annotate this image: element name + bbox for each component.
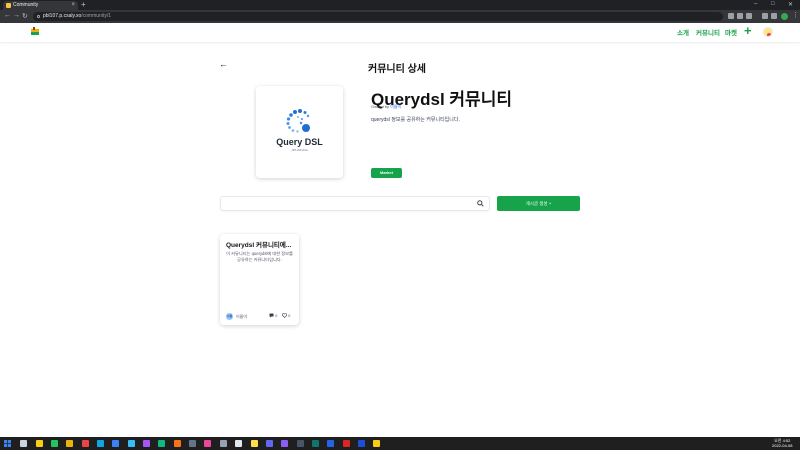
community-cover-image: Query DSL JPA Window bbox=[256, 86, 343, 178]
site-header: 소개 커뮤니티 마켓 + bbox=[0, 23, 800, 42]
nav-link-about[interactable]: 소개 bbox=[677, 27, 689, 37]
tab-favicon-icon bbox=[6, 3, 11, 8]
page-title: 커뮤니티 상세 bbox=[368, 64, 426, 75]
tab-close-icon[interactable]: × bbox=[71, 1, 75, 10]
vscode-icon[interactable] bbox=[112, 440, 119, 447]
cover-subtitle: JPA Window bbox=[291, 148, 308, 152]
tab-title: Community bbox=[13, 2, 39, 8]
app-icon[interactable] bbox=[128, 440, 135, 447]
taskbar-clock[interactable]: 오전 4:52 2022-04-08 bbox=[772, 438, 792, 448]
app-icon[interactable] bbox=[358, 440, 365, 447]
windows-taskbar: 오전 4:52 2022-04-08 bbox=[0, 437, 800, 450]
community-status-button[interactable]: Market bbox=[371, 168, 402, 178]
like-count: 0 bbox=[281, 313, 291, 319]
app-icon[interactable] bbox=[174, 440, 181, 447]
comment-icon bbox=[269, 313, 274, 318]
task-view-icon[interactable] bbox=[20, 440, 27, 447]
post-body: 이 커뮤니티는 querydsl에 대한 정보를 공유하는 커뮤니티입니다. bbox=[226, 251, 293, 262]
post-search-box bbox=[220, 196, 490, 216]
extension-icon[interactable] bbox=[762, 13, 768, 19]
extension-icon[interactable] bbox=[737, 13, 743, 19]
app-icon[interactable] bbox=[189, 440, 196, 447]
author-avatar: 이름 bbox=[226, 313, 233, 320]
reload-icon[interactable]: ↻ bbox=[22, 12, 28, 20]
lock-icon bbox=[37, 15, 40, 18]
create-post-button[interactable]: 게시글 생성 + bbox=[497, 196, 580, 211]
file-explorer-icon[interactable] bbox=[36, 440, 43, 447]
owner-name-link[interactable]: 이름이 bbox=[390, 104, 401, 109]
window-close-icon[interactable]: ✕ bbox=[788, 1, 793, 8]
owner-prefix: Owned by bbox=[371, 104, 390, 109]
app-icon[interactable] bbox=[204, 440, 211, 447]
create-plus-button[interactable]: + bbox=[744, 23, 752, 38]
browser-tab[interactable]: Community × bbox=[3, 1, 78, 10]
app-icon[interactable] bbox=[373, 440, 380, 447]
app-icon[interactable] bbox=[297, 440, 304, 447]
nav-link-community[interactable]: 커뮤니티 bbox=[696, 27, 720, 37]
url-path: /community/1 bbox=[81, 13, 111, 19]
maximize-icon[interactable]: □ bbox=[771, 1, 775, 7]
querydsl-logo-icon bbox=[286, 109, 310, 133]
community-owner: Owned by 이름이 bbox=[371, 104, 401, 110]
app-icon[interactable] bbox=[251, 440, 258, 447]
clock-date: 2022-04-08 bbox=[772, 443, 793, 448]
post-card[interactable]: Querydsl 커뮤니티에... 이 커뮤니티는 querydsl에 대한 정… bbox=[220, 234, 299, 325]
app-icon[interactable] bbox=[235, 440, 242, 447]
url-host: pbl107.p.csaly.xo bbox=[43, 13, 82, 19]
nav-link-market[interactable]: 마켓 bbox=[725, 27, 737, 37]
search-icon[interactable] bbox=[477, 200, 484, 207]
app-icon[interactable] bbox=[343, 440, 350, 447]
extension-icon[interactable] bbox=[771, 13, 777, 19]
app-icon[interactable] bbox=[281, 440, 288, 447]
cover-title: Query DSL bbox=[276, 137, 323, 147]
back-arrow-icon[interactable]: ← bbox=[219, 59, 228, 69]
site-logo-icon[interactable] bbox=[30, 27, 40, 37]
app-icon[interactable] bbox=[327, 440, 334, 447]
post-search-input[interactable] bbox=[221, 202, 471, 216]
profile-avatar[interactable] bbox=[781, 13, 788, 20]
app-icon[interactable] bbox=[220, 440, 227, 447]
post-title: Querydsl 커뮤니티에... bbox=[226, 242, 292, 249]
community-description: querydsl 정보를 공유하는 커뮤니티입니다. bbox=[371, 117, 460, 123]
app-icon[interactable] bbox=[143, 440, 150, 447]
heart-icon[interactable] bbox=[281, 313, 288, 319]
post-author: 이름이 bbox=[236, 314, 248, 319]
forward-nav-icon[interactable]: → bbox=[13, 12, 20, 19]
address-bar[interactable]: pbl107.p.csaly.xo/community/1 bbox=[33, 12, 723, 21]
like-count-value: 0 bbox=[288, 313, 291, 318]
minimize-icon[interactable]: – bbox=[754, 1, 757, 7]
new-tab-icon[interactable]: + bbox=[81, 1, 86, 9]
app-icon[interactable] bbox=[158, 440, 165, 447]
windows-start-icon[interactable] bbox=[4, 440, 11, 447]
app-icon[interactable] bbox=[97, 440, 104, 447]
browser-menu-icon[interactable]: ⋮ bbox=[792, 11, 799, 19]
chrome-icon[interactable] bbox=[66, 440, 73, 447]
back-nav-icon[interactable]: ← bbox=[4, 12, 11, 19]
browser-toolbar: ← → ↻ pbl107.p.csaly.xo/community/1 ⋮ bbox=[0, 10, 800, 23]
app-icon[interactable] bbox=[82, 440, 89, 447]
user-avatar[interactable] bbox=[763, 27, 773, 37]
extension-icon[interactable] bbox=[746, 13, 752, 19]
comment-count: 0 bbox=[269, 313, 277, 318]
comment-count-value: 0 bbox=[275, 313, 278, 318]
browser-tab-strip: Community × + – □ ✕ bbox=[0, 0, 800, 10]
app-icon[interactable] bbox=[312, 440, 319, 447]
extension-icon[interactable] bbox=[728, 13, 734, 19]
app-icon[interactable] bbox=[51, 440, 58, 447]
app-icon[interactable] bbox=[266, 440, 273, 447]
